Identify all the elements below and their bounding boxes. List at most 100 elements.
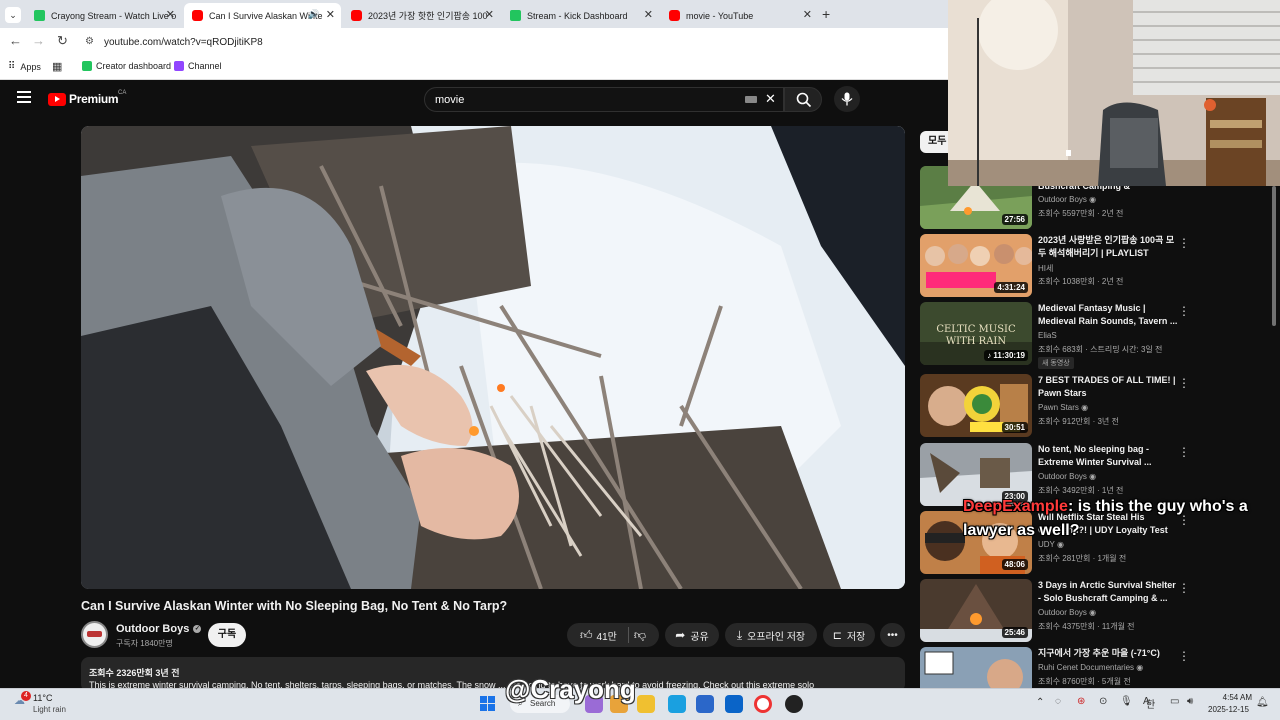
audio-playing-icon[interactable]: 🔊: [308, 9, 319, 20]
video-thumbnail[interactable]: 25:46: [920, 579, 1032, 642]
back-icon[interactable]: ←: [9, 33, 22, 48]
clear-search-icon[interactable]: ✕: [765, 91, 776, 107]
chevron-up-icon[interactable]: ⌃: [1036, 697, 1044, 708]
folder-icon[interactable]: [637, 695, 655, 713]
bookmark-apps[interactable]: ⠿ Apps: [8, 61, 41, 72]
description-box[interactable]: 조회수 2326만회 3년 전 This is extreme winter s…: [81, 657, 905, 692]
recommendation-item[interactable]: 지구에서 가장 추운 마을 (-71°C) Ruhi Cenet Documen…: [920, 647, 1280, 688]
clock-time[interactable]: 4:54 AM: [1214, 693, 1252, 702]
tab-popsong[interactable]: 2023년 가장 핫한 인기팝송 100 ✕: [343, 3, 500, 28]
tab-label: Stream - Kick Dashboard: [527, 10, 628, 21]
more-vertical-icon[interactable]: ⋮: [1178, 649, 1190, 663]
offline-save-button[interactable]: ⤓ 오프라인 저장: [725, 623, 817, 647]
save-button[interactable]: ⊏ 저장: [823, 623, 875, 647]
search-button[interactable]: [784, 87, 822, 112]
more-horizontal-icon: •••: [887, 629, 898, 641]
video-thumbnail[interactable]: CELTIC MUSIC WITH RAIN ♪ 11:30:19: [920, 302, 1032, 365]
more-vertical-icon[interactable]: ⋮: [1178, 581, 1190, 595]
close-icon[interactable]: ✕: [644, 8, 653, 21]
channel-avatar[interactable]: [81, 621, 108, 648]
recommendation-item[interactable]: 4:31:24 2023년 사랑받은 인기팝송 100곡 모두 해석해버리기 |…: [920, 234, 1280, 298]
video-frame: [81, 126, 905, 589]
filter-chip-all[interactable]: 모두: [920, 131, 948, 153]
channel-name[interactable]: Outdoor Boys ✓: [116, 623, 202, 635]
tab-movie-youtube[interactable]: movie - YouTube ✕: [661, 3, 818, 28]
tab-groups-icon[interactable]: ▦: [52, 60, 62, 73]
recommendation-item[interactable]: CELTIC MUSIC WITH RAIN ♪ 11:30:19 Medieva…: [920, 302, 1280, 369]
microphone-icon[interactable]: 🎙︎: [1120, 696, 1133, 707]
more-vertical-icon[interactable]: ⋮: [1178, 445, 1190, 459]
share-button[interactable]: ➦ 공유: [665, 623, 719, 647]
outlook-icon[interactable]: [725, 695, 743, 713]
close-icon[interactable]: ✕: [803, 8, 812, 21]
close-icon[interactable]: ✕: [166, 8, 175, 21]
channel-name: Pawn Stars ◉: [1038, 403, 1089, 412]
keyboard-icon[interactable]: [745, 96, 757, 103]
url-field[interactable]: youtube.com/watch?v=qRODjitiKP8: [104, 37, 263, 48]
volume-icon[interactable]: 🔊︎: [1187, 696, 1193, 707]
subscribe-button[interactable]: 구독: [208, 623, 246, 647]
view-stats: 조회수 912만회 · 3년 전: [1038, 417, 1119, 426]
video-player[interactable]: [81, 126, 905, 589]
webcam-feed: [948, 0, 1280, 186]
duration-badge: 25:46: [1001, 627, 1028, 638]
clock-date[interactable]: 2025-12-15: [1208, 705, 1249, 714]
duration-badge: 30:51: [1001, 422, 1028, 433]
like-dislike-group: 👍︎ 41만 👎︎: [567, 623, 659, 647]
voice-search-button[interactable]: [834, 86, 860, 112]
verified-icon: ◉: [1089, 472, 1097, 481]
close-icon[interactable]: ✕: [326, 8, 335, 21]
menu-icon[interactable]: [17, 91, 31, 103]
bookmark-creator-dashboard[interactable]: Creator dashboard: [82, 61, 171, 71]
dislike-button[interactable]: 👎︎: [634, 628, 646, 643]
windows-start-icon[interactable]: [480, 696, 495, 711]
video-title: 2023년 사랑받은 인기팝송 100곡 모두 해석해버리기 | PLAYLIS…: [1038, 235, 1175, 258]
video-thumbnail[interactable]: [920, 647, 1032, 688]
edge-icon[interactable]: [668, 695, 686, 713]
channel-name: Outdoor Boys ◉: [1038, 472, 1097, 481]
sidebar-scrollbar[interactable]: [1272, 186, 1276, 326]
video-thumbnail[interactable]: 30:51: [920, 374, 1032, 437]
recommendation-item[interactable]: 25:46 3 Days in Arctic Survival Shelter …: [920, 579, 1280, 643]
search-input[interactable]: movie ✕: [424, 87, 784, 112]
kick-icon: [510, 10, 521, 21]
more-vertical-icon[interactable]: ⋮: [1178, 304, 1190, 318]
tray-security-icon[interactable]: ⊛: [1077, 696, 1085, 707]
weather-condition: Light rain: [33, 705, 66, 714]
svg-text:WITH RAIN: WITH RAIN: [946, 336, 1006, 347]
bookmark-channel[interactable]: Channel: [174, 61, 222, 71]
chrome-icon[interactable]: [754, 695, 772, 713]
ime-indicator[interactable]: 한: [1146, 696, 1155, 711]
tab-crayong-stream[interactable]: Crayong Stream - Watch Live o ✕: [26, 3, 181, 28]
more-vertical-icon[interactable]: ⋮: [1178, 376, 1190, 390]
video-thumbnail[interactable]: 4:31:24: [920, 234, 1032, 297]
tray-network-app-icon[interactable]: ⊙: [1099, 696, 1107, 707]
youtube-icon: [192, 10, 203, 21]
like-button[interactable]: 👍︎ 41만: [580, 628, 617, 643]
new-tab-button[interactable]: +: [822, 6, 830, 22]
tab-can-i-survive[interactable]: Can I Survive Alaskan Winte 🔊 ✕: [184, 3, 341, 28]
tray-app-icon[interactable]: ◌: [1055, 696, 1061, 707]
search-icon: [796, 92, 812, 108]
display-icon[interactable]: ▭: [1170, 696, 1179, 707]
forward-icon[interactable]: →: [32, 33, 45, 48]
view-stats: 조회수 4375만회 · 11개월 전: [1038, 622, 1135, 631]
site-info-icon[interactable]: ⚙: [85, 36, 94, 47]
recommendation-item[interactable]: 30:51 7 BEST TRADES OF ALL TIME! | Pawn …: [920, 374, 1280, 438]
close-icon[interactable]: ✕: [485, 8, 494, 21]
tab-kick-dashboard[interactable]: Stream - Kick Dashboard ✕: [502, 3, 659, 28]
notification-icon[interactable]: 🔔︎: [1256, 697, 1269, 708]
obs-icon[interactable]: [785, 695, 803, 713]
weather-widget[interactable]: ☁ 4: [14, 691, 31, 707]
webcam-overlay: [948, 0, 1280, 186]
tab-search-button[interactable]: ⌄: [5, 7, 21, 23]
more-actions-button[interactable]: •••: [880, 623, 905, 647]
more-vertical-icon[interactable]: ⋮: [1178, 236, 1190, 250]
duration-badge: 4:31:24: [994, 282, 1028, 293]
twitch-icon: [174, 61, 184, 71]
store-icon[interactable]: [696, 695, 714, 713]
verified-icon: ◉: [1081, 403, 1089, 412]
streamer-watermark: @Crayong: [505, 674, 636, 704]
reload-icon[interactable]: ↻: [57, 33, 68, 49]
youtube-premium-logo[interactable]: Premium: [48, 92, 119, 106]
